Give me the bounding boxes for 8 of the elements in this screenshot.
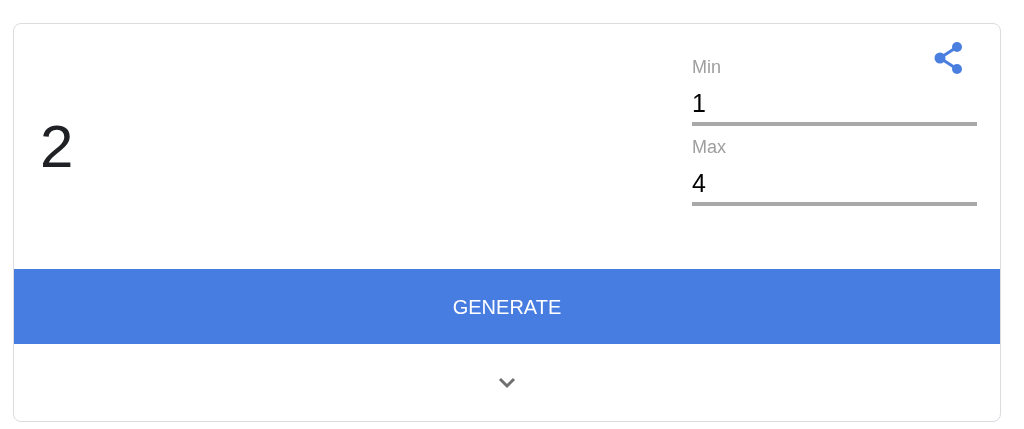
generate-button[interactable]: GENERATE [14, 269, 1000, 344]
random-number: 2 [40, 116, 74, 177]
number-field[interactable]: 4 [692, 164, 977, 206]
share-icon[interactable] [934, 41, 964, 75]
field-label: Min [692, 56, 721, 78]
chevron-down-icon[interactable] [498, 376, 516, 389]
field-label: Max [692, 136, 726, 158]
number-field[interactable]: 1 [692, 84, 977, 126]
